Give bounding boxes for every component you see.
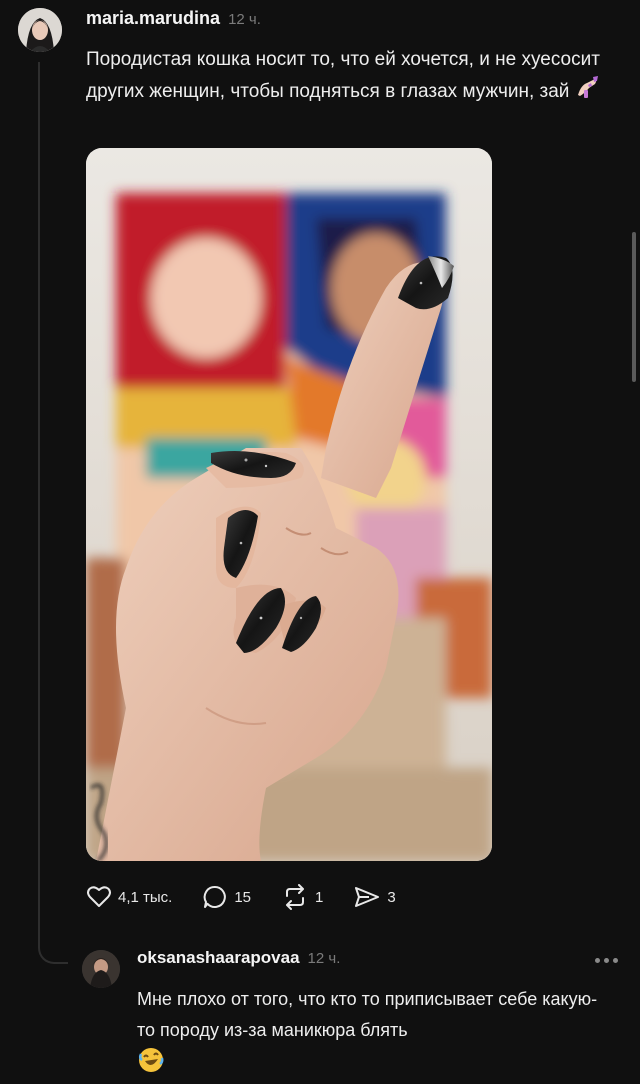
reply-body: Мне плохо от того, что кто то приписывае… — [137, 989, 598, 1040]
reply-username[interactable]: oksanashaarapovaa — [137, 948, 300, 968]
post-text: Породистая кошка носит то, что ей хочетс… — [86, 44, 616, 109]
post-header: maria.marudina 12 ч. — [86, 8, 261, 29]
repost-count: 1 — [315, 888, 324, 906]
username[interactable]: maria.marudina — [86, 8, 220, 29]
post-body: Породистая кошка носит то, что ей хочетс… — [86, 49, 600, 103]
post-image[interactable] — [86, 148, 492, 861]
comment-button[interactable]: 15 — [202, 884, 251, 910]
like-count: 4,1 тыс. — [118, 888, 173, 906]
avatar[interactable] — [18, 8, 62, 52]
more-options-icon[interactable] — [595, 958, 618, 963]
like-button[interactable]: 4,1 тыс. — [86, 885, 172, 909]
reply-avatar-image — [82, 950, 120, 988]
repost-button[interactable]: 1 — [281, 884, 323, 910]
post-actions: 4,1 тыс. 15 1 3 — [86, 884, 426, 910]
scrollbar[interactable] — [632, 232, 636, 382]
send-icon — [355, 887, 380, 907]
hand-photo — [86, 148, 492, 861]
rofl-emoji-icon — [137, 1046, 165, 1084]
timestamp: 12 ч. — [228, 11, 261, 28]
repost-icon — [286, 884, 305, 910]
reply-text: Мне плохо от того, что кто то приписывае… — [137, 984, 617, 1084]
reply-avatar[interactable] — [82, 950, 120, 988]
comment-count: 15 — [234, 888, 252, 906]
nail-polish-emoji-icon — [575, 75, 601, 109]
thread-line — [38, 62, 40, 937]
reply-header: oksanashaarapovaa 12 ч. — [137, 948, 340, 968]
heart-icon — [87, 886, 111, 907]
reply-connector — [38, 930, 68, 964]
comment-bubble-icon — [204, 885, 227, 908]
share-count: 3 — [387, 888, 396, 906]
avatar-image — [18, 8, 62, 52]
share-button[interactable]: 3 — [353, 885, 396, 909]
reply-timestamp: 12 ч. — [307, 950, 341, 967]
